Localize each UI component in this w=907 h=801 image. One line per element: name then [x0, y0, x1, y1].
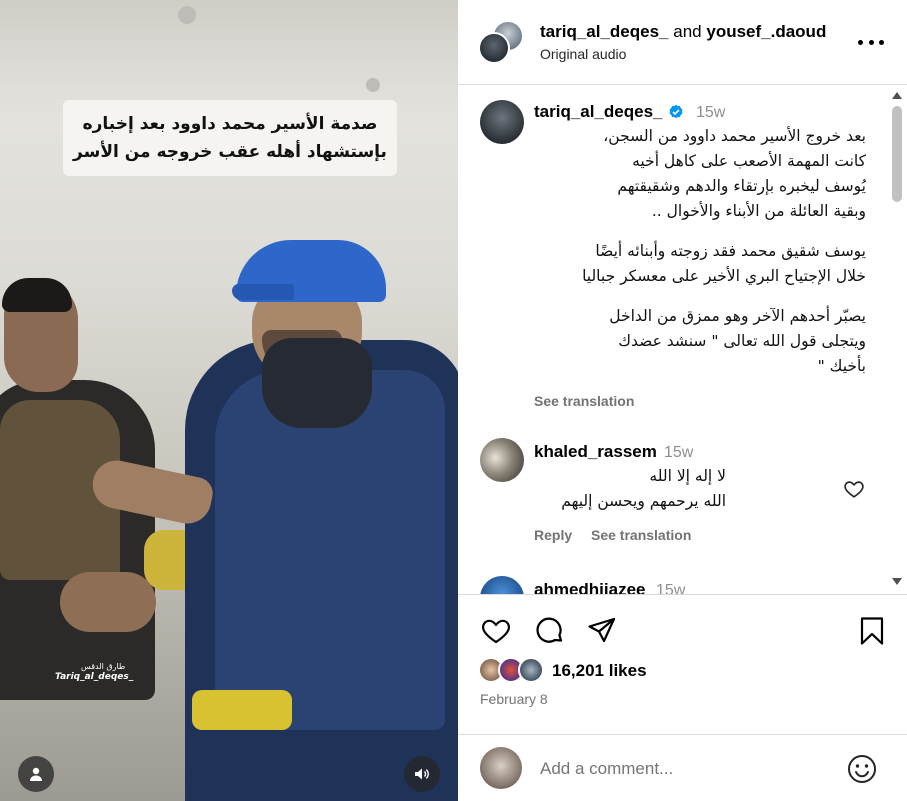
- username-link[interactable]: yousef_.daoud: [706, 22, 826, 41]
- username-link[interactable]: tariq_al_deqes_: [540, 22, 669, 41]
- more-horizontal-icon: [858, 39, 863, 45]
- comment-input[interactable]: [540, 759, 820, 779]
- more-horizontal-icon: [879, 39, 884, 45]
- more-options-button[interactable]: [858, 32, 884, 52]
- caption-username[interactable]: tariq_al_deqes_: [534, 102, 663, 122]
- comment-timestamp[interactable]: 15w: [664, 444, 693, 462]
- video-caption-line: صدمة الأسير محمد داوود بعد إخباره: [82, 114, 378, 134]
- collab-avatars[interactable]: [478, 20, 524, 66]
- collab-usernames: tariq_al_deqes_ and yousef_.daoud: [540, 22, 826, 42]
- comment-text: لا إله إلا الله الله يرحمهم ويحسن إليهم: [561, 464, 726, 514]
- clasped-hands: [60, 572, 156, 632]
- person-left-hair: [2, 278, 72, 312]
- scrollbar-thumb[interactable]: [892, 106, 902, 202]
- caption-line: كانت المهمة الأصعب على كاهل أخيه: [632, 152, 866, 170]
- see-translation-button[interactable]: See translation: [591, 527, 691, 543]
- caption-line: يصبّر أحدهم الآخر وهو ممزق من الداخل: [609, 307, 866, 325]
- blue-cap-brim: [232, 284, 294, 300]
- comment-line: الله يرحمهم ويحسن إليهم: [561, 492, 726, 510]
- video-caption: صدمة الأسير محمد داوود بعد إخباره بإستشه…: [63, 100, 397, 176]
- person-right-scarf: [262, 338, 372, 428]
- audio-link[interactable]: Original audio: [540, 46, 626, 62]
- caption-line: [532, 224, 866, 239]
- caption-line: يوسف شقيق محمد فقد زوجته وأبنائه أيضًا: [595, 242, 866, 260]
- caption-line: بعد خروج الأسير محمد داوود من السجن،: [603, 127, 866, 145]
- wall-spot: [366, 78, 380, 92]
- likes-count[interactable]: 16,201 likes: [552, 661, 647, 681]
- more-horizontal-icon: [868, 39, 874, 45]
- post-actions: 16,201 likes February 8: [458, 594, 907, 734]
- caption-line: يُوسف ليخبره بإرتقاء والدهم وشقيقتهم: [617, 177, 866, 195]
- scroll-up-arrow-icon[interactable]: [892, 92, 902, 99]
- caption-line: خلال الإجتياح البري الأخير على معسكر جبا…: [582, 267, 866, 285]
- comments-scrollbar[interactable]: [888, 86, 907, 594]
- ceiling-light: [178, 6, 196, 24]
- comment-line: لا إله إلا الله: [649, 467, 726, 485]
- verified-badge-icon: [669, 104, 683, 119]
- avatar[interactable]: [480, 576, 524, 594]
- caption-text: بعد خروج الأسير محمد داوود من السجن، كان…: [532, 124, 866, 379]
- video-player[interactable]: صدمة الأسير محمد داوود بعد إخباره بإستشه…: [0, 0, 458, 801]
- avatar: [518, 657, 544, 683]
- comment-username[interactable]: ahmedhijazee: [534, 580, 646, 594]
- avatar[interactable]: [480, 100, 524, 144]
- post-header: tariq_al_deqes_ and yousef_.daoud Origin…: [458, 0, 907, 85]
- see-translation-button[interactable]: See translation: [534, 393, 634, 409]
- heart-icon[interactable]: [480, 615, 512, 647]
- send-icon[interactable]: [586, 615, 618, 647]
- caption-timestamp[interactable]: 15w: [696, 104, 725, 122]
- avatar: [480, 747, 522, 789]
- watermark-arabic: طارق الدقس: [81, 662, 126, 671]
- bookmark-icon[interactable]: [856, 615, 888, 647]
- post-panel: tariq_al_deqes_ and yousef_.daoud Origin…: [458, 0, 907, 801]
- chair-seat: [192, 690, 292, 730]
- watermark-english: Tariq_al_deqes_: [55, 672, 134, 682]
- comment-icon[interactable]: [534, 615, 566, 647]
- caption-line: وبقية العائلة من الأبناء والأخوال ..: [651, 202, 866, 220]
- tagged-users-button[interactable]: [18, 756, 54, 792]
- comment-username[interactable]: khaled_rassem: [534, 442, 657, 462]
- person-icon: [30, 767, 42, 781]
- avatar[interactable]: [480, 438, 524, 482]
- comments-scroll-area[interactable]: tariq_al_deqes_ 15w بعد خروج الأسير محمد…: [458, 86, 907, 594]
- scroll-down-arrow-icon[interactable]: [892, 578, 902, 585]
- post-date[interactable]: February 8: [480, 691, 548, 707]
- add-comment-bar: [458, 734, 907, 801]
- liked-by-avatars: [478, 657, 550, 685]
- avatar: [478, 32, 510, 64]
- emoji-icon[interactable]: [846, 753, 878, 785]
- like-comment-heart-icon[interactable]: [843, 478, 865, 500]
- caption-line: [532, 289, 866, 304]
- speaker-icon: [415, 768, 429, 780]
- caption-line: بأخيك ": [817, 357, 866, 375]
- caption-line: ويتجلى قول الله تعالى " سنشد عضدك: [618, 332, 866, 350]
- reply-button[interactable]: Reply: [534, 527, 572, 543]
- video-caption-line: بإستشهاد أهله عقب خروجه من الأسر: [73, 142, 387, 162]
- sound-toggle-button[interactable]: [404, 756, 440, 792]
- comment-timestamp[interactable]: 15w: [656, 582, 685, 594]
- connector-text: and: [673, 22, 702, 41]
